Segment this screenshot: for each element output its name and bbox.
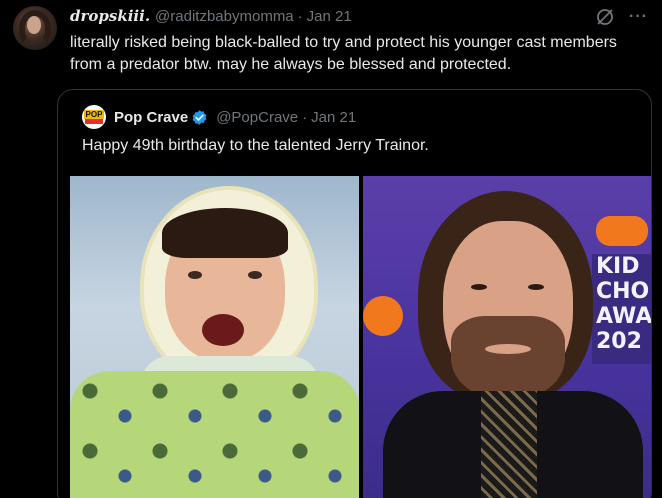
tweet-header: dropskiii. @raditzbabymomma · Jan 21 bbox=[70, 7, 352, 27]
eye bbox=[248, 271, 262, 279]
quoted-tweet-date[interactable]: Jan 21 bbox=[311, 109, 356, 126]
separator-dot: · bbox=[297, 8, 303, 25]
tweet-date[interactable]: Jan 21 bbox=[307, 8, 352, 25]
tweet-actions-top: ··· bbox=[595, 7, 648, 27]
beard bbox=[451, 316, 565, 401]
patterned-shirt bbox=[481, 391, 537, 498]
author-handle[interactable]: @raditzbabymomma bbox=[155, 8, 294, 25]
photo-baby-costume[interactable] bbox=[70, 176, 359, 498]
verified-badge-icon bbox=[191, 109, 208, 126]
photo-red-carpet[interactable]: KID CHOI AWA 202 bbox=[363, 176, 652, 498]
author-avatar[interactable] bbox=[13, 6, 57, 50]
hair bbox=[162, 208, 288, 258]
avatar-face bbox=[27, 16, 41, 34]
quoted-separator-dot: · bbox=[302, 108, 308, 126]
kids-choice-awards-sign: KID CHOI AWA 202 bbox=[592, 254, 652, 364]
author-display-name[interactable]: dropskiii. bbox=[70, 7, 150, 25]
quoted-tweet-text: Happy 49th birthday to the talented Jerr… bbox=[82, 137, 429, 154]
eye bbox=[528, 284, 544, 290]
nickelodeon-splat-logo bbox=[596, 216, 648, 246]
more-options-icon[interactable]: ··· bbox=[629, 9, 648, 25]
eye bbox=[471, 284, 487, 290]
tweet[interactable]: dropskiii. @raditzbabymomma · Jan 21 ···… bbox=[0, 0, 662, 498]
tweet-text: literally risked being black-balled to t… bbox=[70, 34, 617, 73]
grok-icon[interactable] bbox=[595, 7, 615, 27]
sign-text: KID CHOI AWA 202 bbox=[596, 254, 652, 354]
pop-crave-logo: POP bbox=[84, 110, 104, 119]
eye bbox=[188, 271, 202, 279]
media-grid: KID CHOI AWA 202 bbox=[70, 176, 652, 498]
quoted-author-display-name[interactable]: Pop Crave bbox=[114, 109, 188, 126]
pop-crave-logo-stripe bbox=[85, 119, 103, 124]
turtle-pajamas bbox=[70, 371, 359, 498]
quoted-author-handle[interactable]: @PopCrave bbox=[216, 109, 298, 126]
orange-splat bbox=[363, 296, 403, 336]
mouth bbox=[485, 344, 531, 354]
quoted-author-avatar[interactable]: POP bbox=[82, 105, 106, 129]
quoted-tweet-header: POP Pop Crave @PopCrave · Jan 21 bbox=[82, 105, 356, 129]
mouth bbox=[202, 314, 244, 346]
quoted-tweet-card[interactable]: POP Pop Crave @PopCrave · Jan 21 Happy 4… bbox=[57, 89, 652, 498]
